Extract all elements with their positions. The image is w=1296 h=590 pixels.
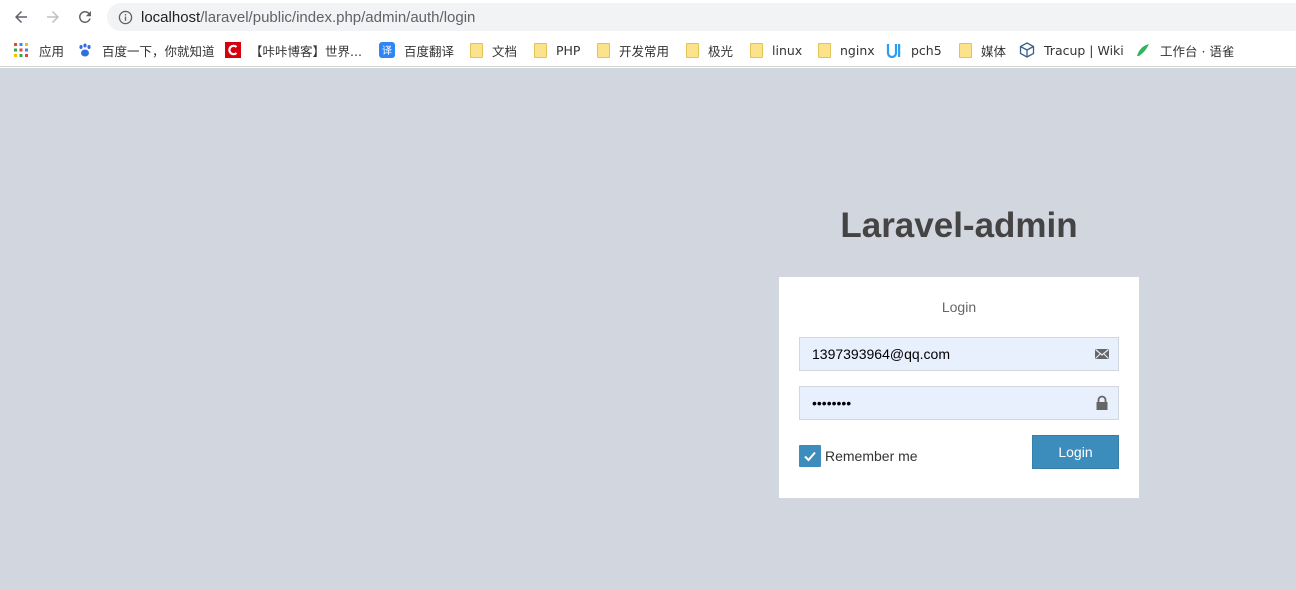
bookmark-folder-nginx[interactable]: nginx bbox=[816, 40, 875, 60]
remember-me[interactable]: Remember me bbox=[799, 445, 918, 467]
bookmark-label: 工作台 · 语雀 bbox=[1160, 43, 1235, 59]
folder-icon bbox=[470, 42, 483, 58]
bookmark-baidu-translate[interactable]: 译 百度翻译 bbox=[379, 40, 454, 60]
svg-text:译: 译 bbox=[382, 45, 392, 57]
cube-icon bbox=[1019, 42, 1035, 58]
login-box: Login Remember me Login bbox=[779, 277, 1139, 498]
translate-icon: 译 bbox=[379, 42, 395, 58]
folder-icon bbox=[597, 42, 610, 58]
folder-icon bbox=[750, 42, 763, 58]
bookmark-tracup-wiki[interactable]: Tracup | Wiki bbox=[1019, 40, 1124, 60]
url-text[interactable]: localhost/laravel/public/index.php/admin… bbox=[141, 9, 475, 26]
bookmark-folder-linux[interactable]: linux bbox=[748, 40, 802, 60]
bookmark-label: PHP bbox=[556, 42, 581, 58]
username-field-group bbox=[799, 337, 1119, 371]
reload-button[interactable] bbox=[74, 6, 96, 28]
arrow-left-icon bbox=[15, 11, 27, 23]
reload-icon bbox=[78, 10, 91, 23]
info-circle-icon[interactable] bbox=[118, 10, 133, 25]
login-button[interactable]: Login bbox=[1032, 435, 1119, 469]
bookmark-folder-media[interactable]: 媒体 bbox=[957, 40, 1006, 60]
bookmark-folder-dev[interactable]: 开发常用 bbox=[595, 40, 669, 60]
envelope-icon bbox=[1095, 349, 1109, 359]
page-title: Laravel-admin bbox=[840, 206, 1078, 245]
bookmark-folder-docs[interactable]: 文档 bbox=[468, 40, 517, 60]
back-button[interactable] bbox=[10, 6, 32, 28]
apps-grid-icon bbox=[14, 43, 28, 57]
red-c-logo-icon bbox=[225, 42, 241, 58]
bookmark-folder-php[interactable]: PHP bbox=[532, 40, 580, 60]
folder-icon bbox=[534, 42, 547, 58]
remember-me-checkbox[interactable] bbox=[799, 445, 821, 467]
bookmark-baidu[interactable]: 百度一下，你就知道 bbox=[77, 40, 215, 60]
bookmark-label: 开发常用 bbox=[619, 43, 670, 59]
yuque-bird-icon bbox=[1137, 44, 1149, 56]
bookmarks-bar: 应用 百度一下，你就知道 【咔咔博客】世界... 译 百度翻译 文档 PHP 开… bbox=[0, 34, 1296, 67]
login-page: Laravel-admin Login Remember bbox=[0, 68, 1296, 590]
bookmark-label: 【咔咔博客】世界... bbox=[250, 43, 362, 59]
login-box-message: Login bbox=[941, 299, 977, 315]
folder-icon bbox=[818, 42, 831, 58]
bookmark-label: nginx bbox=[840, 42, 875, 58]
lock-icon bbox=[1096, 395, 1108, 410]
remember-me-label: Remember me bbox=[825, 448, 918, 464]
bookmark-label: 应用 bbox=[39, 43, 65, 59]
baidu-paw-icon bbox=[79, 43, 91, 57]
arrow-right-icon bbox=[47, 11, 59, 23]
bookmark-label: linux bbox=[772, 42, 803, 58]
folder-icon bbox=[686, 42, 699, 58]
url-path: /laravel/public/index.php/admin/auth/log… bbox=[200, 8, 476, 26]
password-input[interactable] bbox=[800, 387, 1090, 419]
bookmark-label: Tracup | Wiki bbox=[1044, 42, 1124, 58]
bookmark-pch5[interactable]: pch5 bbox=[886, 40, 942, 60]
browser-toolbar: localhost/laravel/public/index.php/admin… bbox=[0, 0, 1296, 34]
uni-logo-icon bbox=[886, 44, 901, 58]
bookmark-label: 百度翻译 bbox=[404, 43, 455, 59]
bookmark-label: 极光 bbox=[708, 43, 734, 59]
bookmark-kaka-blog[interactable]: 【咔咔博客】世界... bbox=[225, 40, 362, 60]
bookmark-folder-jiguang[interactable]: 极光 bbox=[684, 40, 733, 60]
username-input[interactable] bbox=[800, 338, 1090, 370]
bookmark-apps[interactable]: 应用 bbox=[13, 40, 64, 60]
bookmark-label: 媒体 bbox=[981, 43, 1007, 59]
bookmark-label: 百度一下，你就知道 bbox=[102, 43, 215, 59]
folder-icon bbox=[959, 42, 972, 58]
address-bar[interactable]: localhost/laravel/public/index.php/admin… bbox=[107, 3, 1296, 31]
bookmark-label: 文档 bbox=[492, 43, 518, 59]
forward-button[interactable] bbox=[42, 6, 64, 28]
checkmark-icon bbox=[804, 451, 816, 462]
bookmark-label: pch5 bbox=[911, 42, 942, 58]
password-field-group bbox=[799, 386, 1119, 420]
bookmark-yuque[interactable]: 工作台 · 语雀 bbox=[1135, 40, 1234, 60]
url-host: localhost bbox=[141, 8, 201, 26]
